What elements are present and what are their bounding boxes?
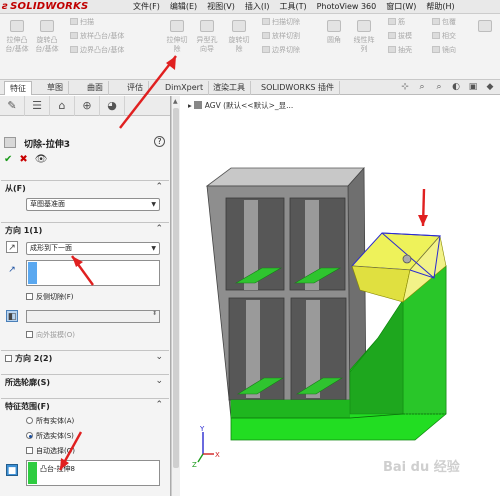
annotation-arrow: [418, 188, 428, 227]
base-top-edge: [231, 400, 350, 418]
svg-text:Y: Y: [199, 425, 205, 433]
annotation-arrow: [71, 255, 94, 286]
model-svg: Y X Z: [58, 55, 447, 471]
drag-handle[interactable]: [402, 254, 412, 264]
watermark: Bai du 经验: [383, 460, 460, 475]
cabinet-top-face: [205, 167, 365, 187]
svg-text:X: X: [215, 451, 220, 459]
annotation-arrow: [58, 431, 83, 471]
annotation-arrow: [119, 55, 177, 129]
svg-text:Z: Z: [192, 461, 197, 469]
